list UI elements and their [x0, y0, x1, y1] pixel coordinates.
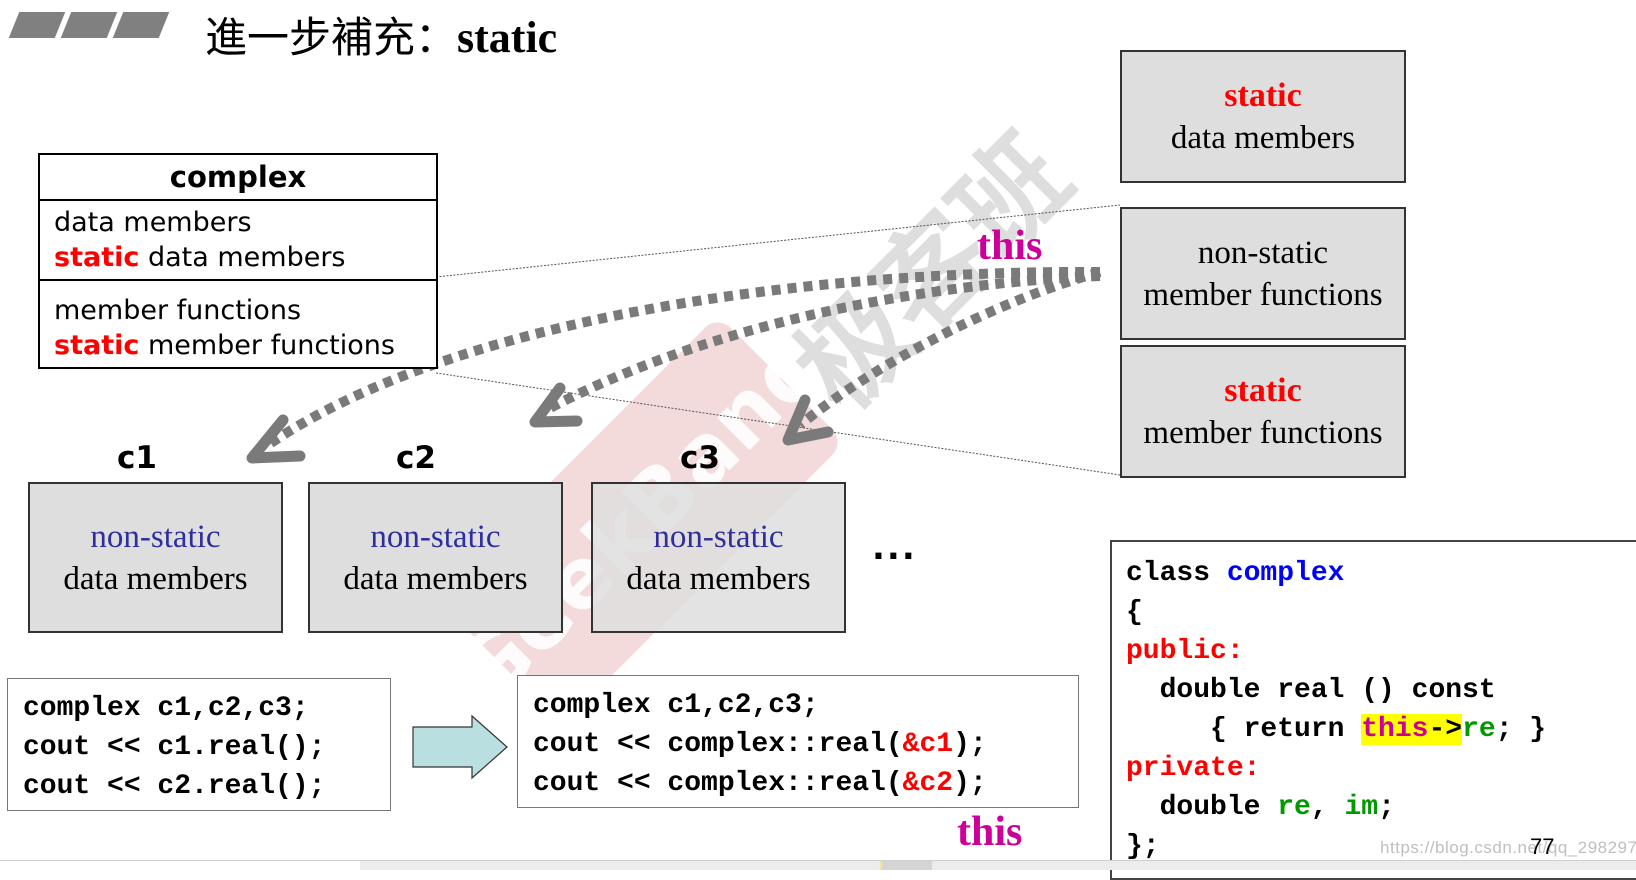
class-definition-code-box: class complex { public: double real () con…	[1110, 540, 1636, 880]
code-token: complex	[1226, 558, 1345, 589]
code-after-box: complex c1,c2,c3; cout << complex::real(&…	[517, 675, 1079, 808]
code-token: im	[1344, 792, 1379, 823]
watermark-url: https://blog.csdn.net/qq_29829796	[1380, 838, 1636, 857]
code-token: cout << c1.real();	[23, 732, 326, 763]
code-line: cout << complex::real(&c2);	[533, 764, 1078, 803]
static-keyword: static	[54, 242, 140, 273]
code-token: &c2	[902, 768, 954, 799]
code-line: {	[1126, 593, 1636, 632]
code-line: cout << complex::real(&c1);	[533, 725, 1078, 764]
code-line: double real () const	[1126, 671, 1636, 710]
static-keyword: static	[1224, 371, 1302, 409]
code-token: re	[1462, 714, 1496, 745]
code-token: re	[1277, 792, 1311, 823]
ellipsis: ...	[872, 528, 917, 568]
object-label-c2: c2	[396, 440, 436, 476]
code-before-box: complex c1,c2,c3; cout << c1.real(); cout …	[7, 678, 391, 811]
transform-arrow-icon	[412, 714, 508, 780]
code-token: { return	[1126, 714, 1362, 745]
code-token: ->	[1428, 714, 1463, 745]
complex-class-box: complex data members static data members…	[38, 153, 438, 369]
code-token: this	[1361, 714, 1429, 745]
code-token: complex c1,c2,c3;	[533, 690, 819, 721]
object-box-c2: non-static data members	[308, 482, 563, 633]
code-line: public:	[1126, 632, 1636, 671]
object-label-c3: c3	[680, 440, 720, 476]
this-arrow-label: this	[977, 223, 1043, 269]
code-line: cout << c1.real();	[23, 728, 390, 767]
code-token: complex c1,c2,c3;	[23, 693, 309, 724]
member-functions-row: member functions	[54, 295, 302, 326]
static-data-members-row: static data members	[54, 242, 346, 273]
data-members-row: data members	[54, 207, 252, 238]
code-token: &c1	[902, 729, 954, 760]
code-token: ; }	[1495, 714, 1547, 745]
code-token: private:	[1126, 753, 1261, 784]
page-number: 77	[1530, 834, 1555, 859]
this-code-label: this	[957, 809, 1023, 855]
code-line: private:	[1126, 749, 1636, 788]
static-member-functions-box: static member functions	[1120, 345, 1406, 478]
object-box-c3: non-static data members	[591, 482, 846, 633]
non-static-member-functions-box: non-static member functions	[1120, 207, 1406, 340]
code-token: cout << c2.real();	[23, 771, 326, 802]
code-line: { return this->re; }	[1126, 710, 1636, 749]
static-keyword: static	[1224, 76, 1302, 114]
class-name: complex	[40, 155, 436, 201]
member-functions-section: member functions static member functions	[40, 279, 436, 367]
code-line: class complex	[1126, 554, 1636, 593]
static-member-functions-row: static member functions	[54, 330, 395, 361]
code-token: );	[953, 768, 987, 799]
this-arrow-to-c3	[796, 267, 1102, 429]
code-token: };	[1126, 831, 1160, 862]
code-token: cout << complex::real(	[533, 729, 903, 760]
code-line: double re, im;	[1126, 788, 1636, 827]
data-members-section: data members static data members	[40, 201, 436, 279]
code-token: class	[1126, 558, 1227, 589]
code-token: double real () const	[1126, 675, 1496, 706]
object-label-c1: c1	[117, 440, 157, 476]
code-token: cout << complex::real(	[533, 768, 903, 799]
static-data-members-box: static data members	[1120, 50, 1406, 183]
code-token: ,	[1310, 792, 1345, 823]
code-token: public:	[1126, 636, 1244, 667]
code-line: complex c1,c2,c3;	[23, 689, 390, 728]
code-line: cout << c2.real();	[23, 767, 390, 806]
code-token: ;	[1378, 792, 1395, 823]
code-token: double	[1126, 792, 1278, 823]
code-token: {	[1126, 597, 1143, 628]
code-line: complex c1,c2,c3;	[533, 686, 1078, 725]
static-keyword: static	[54, 330, 140, 361]
object-box-c1: non-static data members	[28, 482, 283, 633]
code-token: );	[953, 729, 987, 760]
